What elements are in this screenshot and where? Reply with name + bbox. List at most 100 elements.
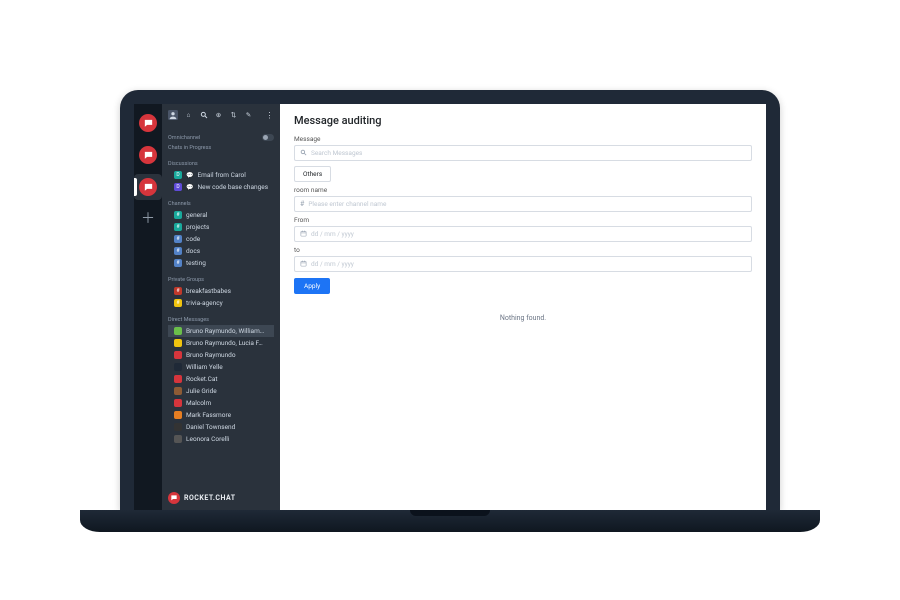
sidebar-item-label: New code base changes — [197, 183, 268, 191]
hash-icon: # — [300, 200, 304, 208]
room-name-input[interactable]: # Please enter channel name — [294, 196, 752, 212]
room-placeholder: Please enter channel name — [308, 200, 386, 208]
speech-icon: 💬 — [186, 184, 193, 191]
sidebar-item-label: Mark Fassmore — [186, 411, 231, 419]
message-placeholder: Search Messages — [311, 149, 362, 157]
sidebar-topbar: ⌂ ⊕ ⇅ ✎ ⋮ — [162, 104, 280, 126]
sidebar-item[interactable]: # breakfastbabes — [168, 285, 274, 297]
room-label: room name — [294, 186, 752, 194]
workspace-rail: ＋ — [134, 104, 162, 510]
avatar — [174, 363, 182, 371]
discussion-badge-icon: D — [174, 171, 182, 179]
avatar-icon[interactable] — [168, 110, 178, 120]
apply-button[interactable]: Apply — [294, 278, 330, 294]
channel-badge-icon: # — [174, 259, 182, 267]
sidebar-item-label: code — [186, 235, 200, 243]
to-date-input[interactable]: dd / mm / yyyy — [294, 256, 752, 272]
sidebar-item[interactable]: Malcolm — [168, 397, 274, 409]
sidebar-item-label: William Yelle — [186, 363, 223, 371]
message-label: Message — [294, 135, 752, 143]
sidebar-item[interactable]: Rocket.Cat — [168, 373, 274, 385]
sidebar-item[interactable]: Leonora Corelli — [168, 433, 274, 445]
sidebar-item[interactable]: Daniel Townsend — [168, 421, 274, 433]
sort-icon[interactable]: ⇅ — [229, 110, 238, 120]
sidebar-item[interactable]: Julie Gride — [168, 385, 274, 397]
search-icon — [300, 149, 307, 158]
others-label: Others — [303, 170, 322, 178]
from-date-placeholder: dd / mm / yyyy — [311, 230, 354, 238]
create-icon[interactable]: ✎ — [244, 110, 253, 120]
workspace-3[interactable] — [134, 174, 162, 200]
sidebar-item[interactable]: D 💬 New code base changes — [168, 181, 274, 193]
omnichannel-header: Omnichannel — [168, 134, 274, 141]
laptop-frame: ＋ ⌂ ⊕ ⇅ ✎ ⋮ Omnichannel — [120, 90, 780, 510]
sidebar-item-label: Rocket.Cat — [186, 375, 218, 383]
to-label: to — [294, 246, 752, 254]
channel-badge-icon: # — [174, 287, 182, 295]
chats-in-progress-label: Chats in Progress — [168, 145, 211, 151]
others-button[interactable]: Others — [294, 166, 331, 182]
discussions-header: Discussions — [168, 161, 274, 167]
from-label: From — [294, 216, 752, 224]
channel-badge-icon: # — [174, 223, 182, 231]
chats-in-progress-header[interactable]: Chats in Progress — [168, 145, 274, 151]
sidebar-item[interactable]: William Yelle — [168, 361, 274, 373]
avatar — [174, 411, 182, 419]
sidebar-item-label: Leonora Corelli — [186, 435, 229, 443]
sidebar-item-label: Bruno Raymundo, William… — [186, 327, 264, 335]
sidebar-item[interactable]: Mark Fassmore — [168, 409, 274, 421]
sidebar-item[interactable]: Bruno Raymundo, Lucia F… — [168, 337, 274, 349]
add-workspace-button[interactable]: ＋ — [134, 206, 162, 232]
search-icon[interactable] — [199, 110, 208, 120]
laptop-base — [80, 510, 820, 532]
message-search-input[interactable]: Search Messages — [294, 145, 752, 161]
home-icon[interactable]: ⌂ — [184, 110, 193, 120]
avatar — [174, 423, 182, 431]
sidebar-item-label: breakfastbabes — [186, 287, 231, 295]
app-screen: ＋ ⌂ ⊕ ⇅ ✎ ⋮ Omnichannel — [134, 104, 766, 510]
omnichannel-label: Omnichannel — [168, 135, 200, 141]
sidebar-item[interactable]: Bruno Raymundo, William… — [168, 325, 274, 337]
sidebar-item-label: Email from Carol — [197, 171, 245, 179]
private-groups-header: Private Groups — [168, 277, 274, 283]
sidebar-item[interactable]: # code — [168, 233, 274, 245]
sidebar-item-label: docs — [186, 247, 200, 255]
discussion-badge-icon: D — [174, 183, 182, 191]
workspace-2[interactable] — [134, 142, 162, 168]
sidebar: ⌂ ⊕ ⇅ ✎ ⋮ Omnichannel Chats in Progress — [162, 104, 280, 510]
globe-icon[interactable]: ⊕ — [214, 110, 223, 120]
speech-icon: 💬 — [186, 172, 193, 179]
sidebar-item[interactable]: #testing — [168, 257, 274, 269]
direct-messages-header: Direct Messages — [168, 317, 274, 323]
avatar — [174, 351, 182, 359]
avatar — [174, 399, 182, 407]
sidebar-item[interactable]: Bruno Raymundo — [168, 349, 274, 361]
from-date-input[interactable]: dd / mm / yyyy — [294, 226, 752, 242]
sidebar-item[interactable]: #projects — [168, 221, 274, 233]
avatar — [174, 339, 182, 347]
avatar — [174, 327, 182, 335]
plus-icon: ＋ — [141, 212, 155, 226]
channel-badge-icon: # — [174, 247, 182, 255]
empty-state-text: Nothing found. — [294, 314, 752, 322]
channel-badge-icon: # — [174, 211, 182, 219]
channel-badge-icon: # — [174, 235, 182, 243]
rocketchat-logo-icon — [168, 492, 180, 504]
omnichannel-toggle[interactable] — [262, 134, 274, 141]
to-date-placeholder: dd / mm / yyyy — [311, 260, 354, 268]
workspace-1[interactable] — [134, 110, 162, 136]
sidebar-item[interactable]: # docs — [168, 245, 274, 257]
sidebar-item-label: general — [186, 211, 207, 219]
sidebar-item[interactable]: # general — [168, 209, 274, 221]
chat-bubble-icon — [139, 114, 157, 132]
sidebar-item[interactable]: #trivia-agency — [168, 297, 274, 309]
page-title: Message auditing — [294, 114, 752, 127]
sidebar-item[interactable]: D 💬 Email from Carol — [168, 169, 274, 181]
sidebar-item-label: Bruno Raymundo — [186, 351, 236, 359]
sidebar-item-label: Julie Gride — [186, 387, 217, 395]
channels-header: Channels — [168, 201, 274, 207]
kebab-menu-icon[interactable]: ⋮ — [265, 110, 274, 120]
brand-label: ROCKET.CHAT — [184, 494, 236, 502]
sidebar-item-label: Bruno Raymundo, Lucia F… — [186, 339, 263, 347]
calendar-icon — [300, 230, 307, 239]
